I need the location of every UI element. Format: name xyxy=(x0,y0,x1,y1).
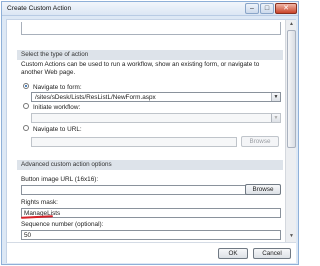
button-image-input[interactable] xyxy=(21,185,269,195)
chevron-down-icon[interactable]: ▼ xyxy=(271,93,280,101)
navigate-to-url-input[interactable] xyxy=(31,137,237,147)
rights-mask-label: Rights mask: xyxy=(21,199,58,206)
ok-button[interactable]: OK xyxy=(218,248,248,259)
navigate-to-url-radio[interactable] xyxy=(23,125,29,132)
button-image-label: Button image URL (16x16): xyxy=(21,176,99,183)
initiate-workflow-select[interactable]: ▼ xyxy=(31,113,281,123)
image-browse-button[interactable]: Browse xyxy=(245,184,281,195)
scroll-up-icon[interactable]: ▲ xyxy=(287,20,296,29)
navigate-to-form-radio[interactable] xyxy=(23,83,29,90)
rights-mask-input[interactable]: ManageLists xyxy=(21,208,281,218)
initiate-workflow-radio[interactable] xyxy=(23,103,29,110)
initiate-workflow-label: Initiate workflow: xyxy=(33,104,81,111)
scrollbar-thumb[interactable] xyxy=(287,30,296,148)
url-browse-button[interactable]: Browse xyxy=(241,136,279,147)
window-title: Create Custom Action xyxy=(7,5,72,12)
dialog-footer: OK Cancel xyxy=(7,242,296,263)
minimize-button[interactable]: – xyxy=(245,3,259,14)
advanced-options-header: Advanced custom action options xyxy=(17,160,283,170)
navigate-to-form-select[interactable]: /sites/sDesk/Lists/ResListL/NewForm.aspx… xyxy=(31,92,281,102)
select-action-header: Select the type of action xyxy=(17,50,283,60)
close-button[interactable]: ✕ xyxy=(275,3,297,14)
dialog-body: Select the type of action Custom Actions… xyxy=(6,19,296,263)
navigate-to-form-label: Navigate to form: xyxy=(33,84,82,91)
title-bar: Create Custom Action – □ ✕ xyxy=(2,2,298,16)
select-action-description: Custom Actions can be used to run a work… xyxy=(21,61,260,76)
initiate-workflow-option[interactable]: Initiate workflow: xyxy=(23,103,80,112)
scroll-down-icon[interactable]: ▼ xyxy=(287,232,296,241)
sequence-number-label: Sequence number (optional): xyxy=(21,221,104,228)
navigate-to-url-option[interactable]: Navigate to URL: xyxy=(23,125,82,134)
navigate-to-form-value: /sites/sDesk/Lists/ResListL/NewForm.aspx xyxy=(35,94,156,101)
chevron-down-icon[interactable]: ▼ xyxy=(271,114,280,122)
cancel-button[interactable]: Cancel xyxy=(253,248,291,259)
navigate-to-form-option[interactable]: Navigate to form: xyxy=(23,83,82,92)
create-custom-action-dialog: Create Custom Action – □ ✕ Select the ty… xyxy=(1,1,299,265)
vertical-scrollbar[interactable]: ▲ ▼ xyxy=(285,20,296,242)
sequence-number-input[interactable]: 50 xyxy=(21,230,281,240)
maximize-button[interactable]: □ xyxy=(260,3,274,14)
sequence-number-value: 50 xyxy=(24,232,32,239)
navigate-to-url-label: Navigate to URL: xyxy=(33,126,82,133)
scroll-content: Select the type of action Custom Actions… xyxy=(7,20,285,242)
description-textarea[interactable] xyxy=(21,22,281,35)
annotation-underline xyxy=(20,215,54,219)
